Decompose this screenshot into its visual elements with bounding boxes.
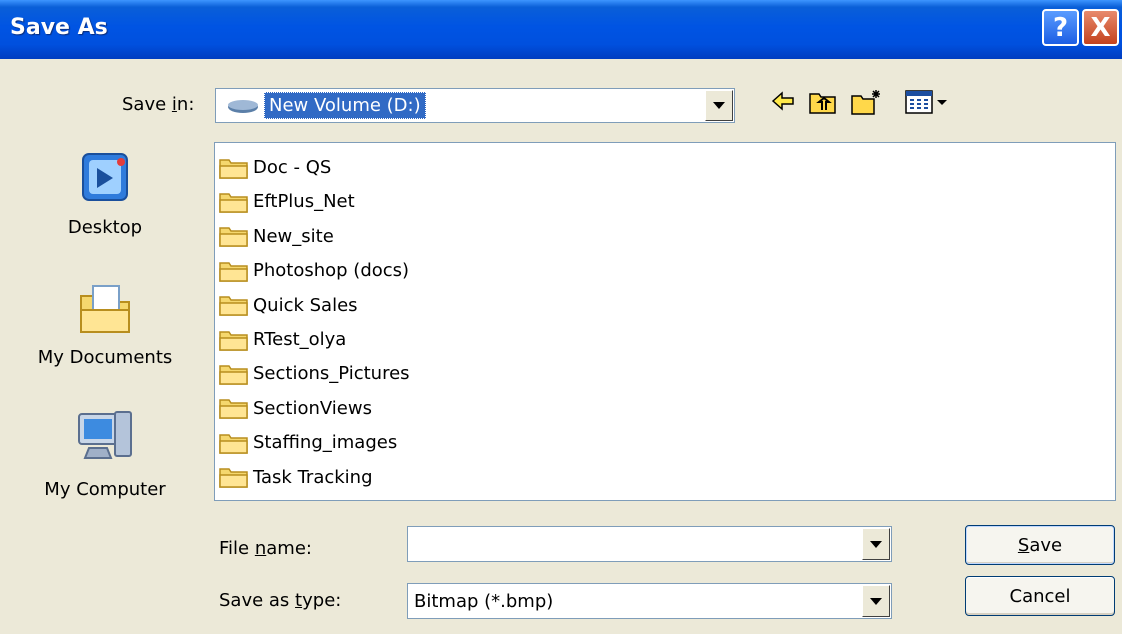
title-bar[interactable]: Save As ? X [0,0,1122,59]
file-list-item[interactable]: Staffing_images [219,426,397,459]
file-list-item-label: EftPlus_Net [253,191,355,213]
file-list-item-label: Sections_Pictures [253,363,410,385]
file-list-item[interactable]: Photoshop (docs) [219,254,409,287]
save-in-label: Save in: [122,94,195,115]
file-list-item-label: RTest_olya [253,329,347,350]
close-icon: X [1090,12,1111,43]
folder-icon [219,399,248,420]
desktop-icon [82,153,128,201]
file-list-item-label: Doc - QS [253,157,332,178]
file-name-combo[interactable] [407,526,892,562]
file-list-item[interactable]: Doc - QS [219,151,331,184]
my-documents-icon [80,285,130,333]
file-list-item-label: New_site [253,225,334,247]
save-button[interactable]: Save [965,525,1115,565]
place-label: My Documents [37,347,173,368]
file-list-item[interactable]: RTest_olya [219,323,346,356]
file-name-dropdown-button[interactable] [862,528,890,560]
close-button[interactable]: X [1082,9,1119,46]
folder-icon [219,468,248,488]
place-my-computer[interactable]: My Computer [10,406,200,500]
save-in-value: New Volume (D:) [264,92,426,119]
window-title: Save As [10,15,108,40]
folder-icon [219,193,248,213]
file-list-item[interactable]: EftPlus_Net [219,185,355,218]
view-menu-icon[interactable] [904,88,954,116]
save-as-type-label: Save as type: [219,590,342,611]
place-label: My Computer [44,479,166,500]
back-arrow-icon[interactable] [770,88,796,114]
help-button[interactable]: ? [1042,9,1079,46]
place-my-documents[interactable]: My Documents [10,278,200,368]
save-as-type-combo[interactable]: Bitmap (*.bmp) [407,583,892,619]
save-in-combo[interactable]: New Volume (D:) [215,88,735,123]
folder-icon [219,261,248,282]
file-list-item[interactable]: Task Tracking [219,461,373,494]
folder-icon [219,365,248,385]
my-computer-icon [78,411,132,459]
chevron-down-icon [870,540,882,548]
chevron-down-icon [713,102,725,109]
file-name-label: File name: [219,538,312,559]
new-folder-icon[interactable] [850,88,882,116]
file-list-item[interactable]: New_site [219,220,334,253]
chevron-down-icon [870,597,882,605]
up-folder-icon[interactable] [808,88,838,116]
file-list-item[interactable]: SectionViews [219,392,372,425]
file-list-item-label: Staffing_images [253,432,398,454]
help-icon: ? [1052,12,1069,43]
file-list-item-label: Task Tracking [253,466,373,488]
folder-icon [219,433,248,454]
place-desktop[interactable]: Desktop [10,148,200,238]
file-list[interactable]: Doc - QS EftPlus_Net New_site Photoshop (do… [214,142,1116,501]
file-list-item[interactable]: Sections_Pictures [219,357,410,390]
file-list-item-label: Quick Sales [253,294,358,316]
save-as-type-value: Bitmap (*.bmp) [414,591,554,612]
place-label: Desktop [67,217,143,238]
folder-icon [219,227,248,248]
folder-icon [219,158,248,179]
save-as-type-dropdown-button[interactable] [862,585,890,617]
save-in-dropdown-button[interactable] [705,90,733,121]
file-list-item-label: SectionViews [253,397,372,419]
folder-icon [219,330,248,351]
cancel-button[interactable]: Cancel [965,576,1115,616]
file-list-item-label: Photoshop (docs) [253,260,410,282]
folder-icon [219,296,248,316]
file-list-item[interactable]: Quick Sales [219,289,358,322]
drive-icon [228,100,258,113]
